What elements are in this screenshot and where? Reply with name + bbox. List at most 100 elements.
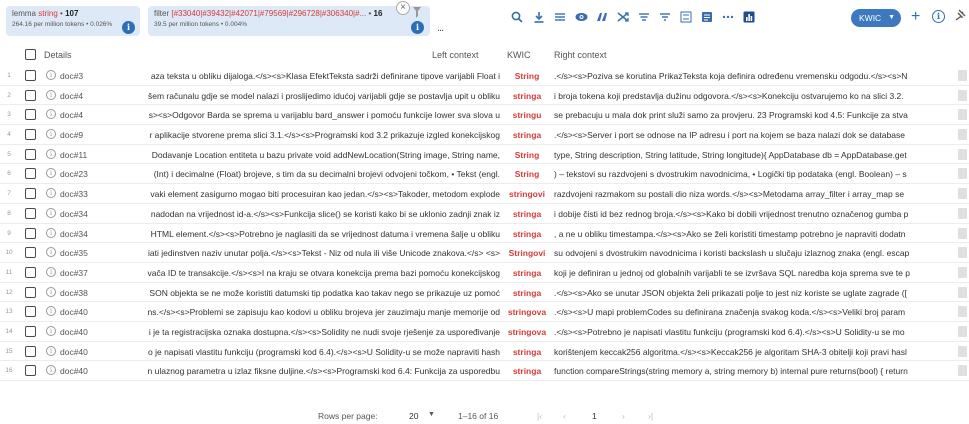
kwic-word[interactable]: Stringovi: [504, 248, 550, 258]
filter-chip[interactable]: filter [#33040|#39432|#42071|#79569|#296…: [148, 6, 430, 36]
kwic-word[interactable]: String: [504, 71, 550, 81]
table-row[interactable]: 9 i doc#34 HTML element.</s><s>Potrebno je …: [0, 224, 969, 244]
details-info-icon[interactable]: i: [46, 286, 56, 297]
details-info-icon[interactable]: i: [46, 70, 56, 80]
more-chips-icon[interactable]: ...: [437, 22, 444, 34]
details-info-icon[interactable]: i: [46, 247, 56, 258]
table-row[interactable]: 8 i doc#34 nadodan na vrijednost id-a.</s><…: [0, 204, 969, 224]
row-checkbox[interactable]: [25, 266, 36, 278]
list-view-icon[interactable]: [552, 11, 568, 26]
kwic-word[interactable]: stringu: [504, 110, 550, 120]
row-checkbox[interactable]: [25, 325, 36, 337]
row-checkbox[interactable]: [25, 109, 36, 121]
filter-info-icon[interactable]: i: [411, 21, 424, 34]
document-icon[interactable]: [958, 365, 967, 377]
document-icon[interactable]: [958, 168, 967, 180]
row-checkbox[interactable]: [25, 345, 36, 357]
document-icon[interactable]: [699, 11, 715, 26]
row-checkbox[interactable]: [25, 168, 36, 180]
rows-per-page-select[interactable]: 20: [409, 411, 418, 421]
table-row[interactable]: 4 i doc#9 r aplikacije stvorene prema slici…: [0, 125, 969, 145]
search-icon[interactable]: [509, 11, 525, 26]
doc-id[interactable]: doc#33: [60, 189, 88, 199]
row-checkbox[interactable]: [25, 365, 36, 377]
document-icon[interactable]: [958, 70, 967, 81]
select-all-checkbox[interactable]: [25, 49, 36, 60]
table-row[interactable]: 10 i doc#35 iati jedinstven naziv unutar po…: [0, 243, 969, 263]
table-row[interactable]: 16 i doc#40 n ulaznog parametra u izlaz fik…: [0, 361, 969, 381]
table-row[interactable]: 1 i doc#3 aza teksta u obliku dijaloga.</s>…: [0, 66, 969, 86]
kwic-word[interactable]: stringa: [504, 91, 550, 101]
table-row[interactable]: 2 i doc#4 šem računalu gdje se model nalazi…: [0, 86, 969, 106]
document-icon[interactable]: [958, 109, 967, 121]
doc-id[interactable]: doc#34: [60, 209, 88, 219]
details-info-icon[interactable]: i: [46, 129, 56, 140]
document-icon[interactable]: [958, 266, 967, 278]
row-checkbox[interactable]: [25, 247, 36, 259]
table-row[interactable]: 6 i doc#23 (Int) i decimalne (Float) brojev…: [0, 164, 969, 185]
details-info-icon[interactable]: i: [46, 325, 56, 336]
row-checkbox[interactable]: [25, 70, 36, 81]
table-row[interactable]: 12 i doc#38 SON objekta se ne može koristit…: [0, 283, 969, 303]
details-info-icon[interactable]: i: [46, 365, 56, 376]
close-icon[interactable]: ×: [396, 1, 410, 15]
table-row[interactable]: 3 i doc#4 s><s>Odgovor Barda se sprema u va…: [0, 105, 969, 126]
doc-id[interactable]: doc#4: [60, 91, 83, 101]
kwic-word[interactable]: stringa: [504, 209, 550, 219]
doc-id[interactable]: doc#40: [60, 347, 88, 357]
table-row[interactable]: 11 i doc#37 vača ID te transakcije.</s><s>I…: [0, 263, 969, 283]
table-row[interactable]: 15 i doc#40 o je napisati vlastitu funkciju…: [0, 342, 969, 362]
document-icon[interactable]: [958, 207, 967, 219]
header-left-context[interactable]: Left context: [432, 50, 479, 60]
details-info-icon[interactable]: i: [46, 207, 56, 218]
document-icon[interactable]: [958, 227, 967, 239]
table-row[interactable]: 7 i doc#33 vaki element zasigurno mogao bit…: [0, 184, 969, 204]
kwic-word[interactable]: stringa: [504, 347, 550, 357]
doc-id[interactable]: doc#34: [60, 229, 88, 239]
document-icon[interactable]: [958, 188, 967, 200]
kwic-word[interactable]: stringova: [504, 327, 550, 337]
document-icon[interactable]: [958, 286, 967, 298]
info-icon[interactable]: i: [932, 10, 945, 23]
kwic-word[interactable]: String: [504, 150, 550, 160]
row-checkbox[interactable]: [25, 89, 36, 101]
add-icon[interactable]: +: [911, 8, 920, 26]
visibility-icon[interactable]: [573, 11, 589, 26]
details-info-icon[interactable]: i: [46, 89, 56, 100]
doc-id[interactable]: doc#40: [60, 366, 88, 376]
first-page-icon[interactable]: |‹: [537, 411, 542, 421]
header-details[interactable]: Details: [44, 50, 72, 60]
doc-id[interactable]: doc#37: [60, 268, 88, 278]
quote-icon[interactable]: [594, 11, 610, 26]
document-icon[interactable]: [958, 89, 967, 101]
row-checkbox[interactable]: [25, 148, 36, 160]
more-icon[interactable]: [720, 11, 736, 26]
doc-id[interactable]: doc#4: [60, 110, 83, 120]
header-kwic[interactable]: KWIC: [507, 50, 531, 60]
details-info-icon[interactable]: i: [46, 109, 56, 120]
view-mode-dropdown[interactable]: KWIC ▼: [851, 9, 901, 27]
document-icon[interactable]: [958, 148, 967, 160]
header-right-context[interactable]: Right context: [554, 50, 607, 60]
doc-id[interactable]: doc#35: [60, 248, 88, 258]
document-icon[interactable]: [958, 247, 967, 259]
details-info-icon[interactable]: i: [46, 188, 56, 199]
kwic-word[interactable]: String: [504, 169, 550, 179]
prev-page-icon[interactable]: ‹: [563, 411, 566, 421]
details-info-icon[interactable]: i: [46, 345, 56, 356]
doc-id[interactable]: doc#3: [60, 71, 83, 81]
pin-icon[interactable]: [955, 9, 966, 24]
document-icon[interactable]: [958, 306, 967, 318]
details-info-icon[interactable]: i: [46, 227, 56, 238]
doc-id[interactable]: doc#9: [60, 130, 83, 140]
table-row[interactable]: 13 i doc#40 ns.</s><s>Problemi se zapisuju …: [0, 302, 969, 322]
kwic-word[interactable]: stringa: [504, 268, 550, 278]
details-info-icon[interactable]: i: [46, 306, 56, 317]
kwic-word[interactable]: stringova: [504, 307, 550, 317]
doc-id[interactable]: doc#38: [60, 288, 88, 298]
doc-id[interactable]: doc#11: [60, 150, 87, 160]
row-checkbox[interactable]: [25, 207, 36, 219]
doc-id[interactable]: doc#40: [60, 307, 88, 317]
table-row[interactable]: 14 i doc#40 i je ta registracijska oznaka d…: [0, 322, 969, 342]
chart-icon[interactable]: [741, 11, 757, 26]
